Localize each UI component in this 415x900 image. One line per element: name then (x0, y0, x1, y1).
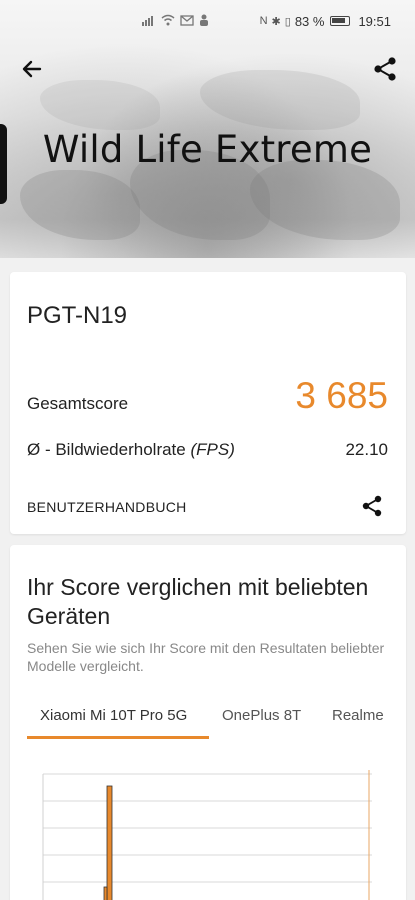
status-right-group: N ✱ ▯ 83 % 19:51 (260, 14, 391, 29)
score-distribution-chart (42, 770, 372, 900)
score-label: Gesamtscore (27, 394, 129, 413)
tab-label: Realme (332, 707, 384, 724)
status-notification-icons (142, 14, 209, 26)
share-button[interactable] (371, 55, 399, 83)
arrow-left-icon (22, 60, 42, 78)
fps-value: 22.10 (345, 440, 388, 459)
chart-bar (103, 886, 108, 900)
comparison-subtitle: Sehen Sie wie sich Ihr Score mit den Res… (27, 640, 385, 674)
fps-unit: (FPS) (190, 440, 235, 459)
device-tabs: Xiaomi Mi 10T Pro 5G OnePlus 8T Realme (27, 705, 406, 739)
wifi-icon (161, 14, 175, 26)
tab-oneplus-8t[interactable]: OnePlus 8T (222, 705, 332, 739)
user-manual-link[interactable]: BENUTZERHANDBUCH (27, 499, 187, 515)
share-result-button[interactable] (360, 494, 384, 518)
tab-label: OnePlus 8T (222, 707, 302, 724)
status-bar: N ✱ ▯ 83 % 19:51 (0, 0, 415, 42)
nfc-icon: N (259, 15, 268, 27)
device-name: PGT-N19 (27, 302, 128, 329)
signal-icon (142, 16, 153, 26)
share-icon (362, 495, 382, 517)
comparison-title: Ihr Score verglichen mit beliebten Gerät… (27, 574, 369, 629)
tab-realme[interactable]: Realme (332, 705, 406, 739)
active-tab-indicator (27, 736, 209, 739)
score-card: PGT-N19 Gesamtscore 3 685 Ø - Bildwieder… (10, 272, 406, 534)
chart-bar (106, 785, 113, 900)
battery-icon (330, 16, 351, 26)
fps-label: Ø - Bildwiederholrate (FPS) (27, 440, 235, 460)
score-value: 3 685 (295, 375, 388, 416)
share-icon (374, 57, 396, 81)
back-button[interactable] (18, 55, 46, 83)
comparison-card: Ihr Score verglichen mit beliebten Gerät… (10, 545, 406, 900)
fps-label-text: Ø - Bildwiederholrate (27, 440, 186, 459)
tab-xiaomi-mi-10t-pro-5g[interactable]: Xiaomi Mi 10T Pro 5G (27, 705, 209, 739)
tab-label: Xiaomi Mi 10T Pro 5G (40, 707, 188, 724)
page-title: Wild Life Extreme (42, 128, 373, 171)
bluetooth-icon: ✱ (271, 15, 281, 28)
battery-percent: 83 % (294, 13, 325, 29)
clock: 19:51 (358, 13, 391, 29)
vibrate-icon: ▯ (284, 15, 291, 28)
person-icon (200, 14, 208, 26)
mail-icon (180, 14, 194, 26)
